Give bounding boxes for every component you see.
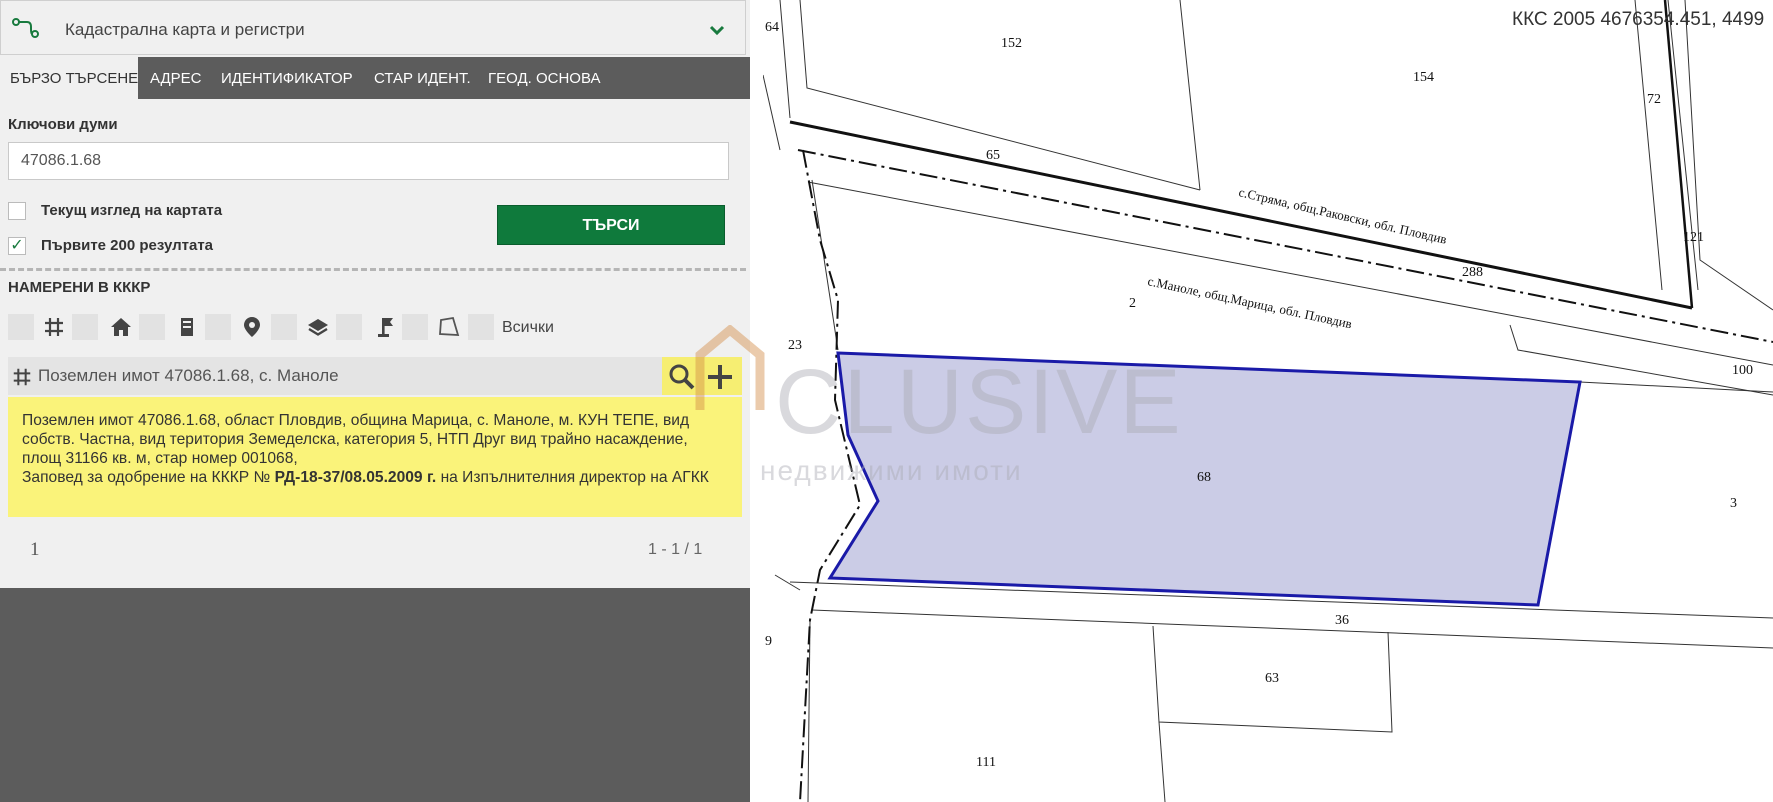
order-suffix: на Изпълнителния директор на АГКК xyxy=(440,469,709,486)
parcel-label: 152 xyxy=(1001,36,1022,51)
grid-icon xyxy=(11,366,33,393)
current-view-checkbox[interactable] xyxy=(8,202,26,220)
keywords-input[interactable] xyxy=(8,142,729,180)
app-header[interactable]: Кадастрална карта и регистри xyxy=(0,0,746,55)
tab-identifier[interactable]: ИДЕНТИФИКАТОР xyxy=(211,57,363,99)
filter-all-label[interactable]: Всички xyxy=(502,319,554,337)
result-item-title: Поземлен имот 47086.1.68, с. Маноле xyxy=(38,366,339,385)
flag-icon[interactable] xyxy=(373,315,397,339)
pin-icon[interactable] xyxy=(240,315,264,339)
polygon-icon[interactable] xyxy=(437,315,461,339)
building-icon[interactable] xyxy=(175,315,199,339)
parcel-label: 154 xyxy=(1413,70,1434,85)
parcel-label: 288 xyxy=(1462,265,1483,280)
search-panel: Кадастрална карта и регистри БЪРЗО ТЪРСЕ… xyxy=(0,0,750,802)
parcel-label: 72 xyxy=(1647,92,1661,107)
order-prefix: Заповед за одобрение на КККР № xyxy=(22,469,271,486)
search-tabs: БЪРЗО ТЪРСЕНЕ АДРЕС ИДЕНТИФИКАТОР СТАР И… xyxy=(0,57,750,99)
parcel-label: 100 xyxy=(1732,363,1753,378)
tab-geodetic-base[interactable]: ГЕОД. ОСНОВА xyxy=(478,57,610,99)
result-item-details: Поземлен имот 47086.1.68, област Пловдив… xyxy=(8,397,742,517)
search-panel-content: Кадастрална карта и регистри БЪРЗО ТЪРСЕ… xyxy=(0,0,750,588)
chevron-down-icon[interactable] xyxy=(709,23,725,41)
tab-old-identifier[interactable]: СТАР ИДЕНТ. xyxy=(364,57,481,99)
order-number: РД-18-37/08.05.2009 г. xyxy=(274,469,437,486)
parcel-label: 3 xyxy=(1730,496,1737,511)
first-200-label: Първите 200 резултата xyxy=(41,237,214,254)
filter-box-2[interactable] xyxy=(72,314,98,340)
parcel-label: 121 xyxy=(1683,230,1704,245)
divider xyxy=(0,268,746,271)
result-item-header[interactable]: Поземлен имот 47086.1.68, с. Маноле xyxy=(8,357,663,395)
pager-page-number[interactable]: 1 xyxy=(30,539,40,561)
grid-icon[interactable] xyxy=(42,315,66,339)
filter-box-7[interactable] xyxy=(402,314,428,340)
pager-range: 1 - 1 / 1 xyxy=(648,541,703,558)
filter-box-6[interactable] xyxy=(336,314,362,340)
filter-box-3[interactable] xyxy=(139,314,165,340)
tab-quick-search[interactable]: БЪРЗО ТЪРСЕНЕ xyxy=(0,57,138,99)
logo-mark xyxy=(695,325,765,410)
keywords-label: Ключови думи xyxy=(8,116,118,133)
search-button[interactable]: ТЪРСИ xyxy=(497,205,725,245)
results-heading: НАМЕРЕНИ В КККР xyxy=(8,279,151,296)
parcel-label: 111 xyxy=(976,755,996,770)
watermark-tagline: недвижими имоти xyxy=(760,455,1023,486)
parcel-label: 2 xyxy=(1129,296,1136,311)
parcel-label: 68 xyxy=(1197,470,1211,485)
parcel-label: 63 xyxy=(1265,671,1279,686)
parcel-label: 64 xyxy=(765,20,779,35)
route-icon xyxy=(11,17,41,46)
watermark-logo-text: CLUSIVE xyxy=(775,351,1183,453)
filter-empty-1[interactable] xyxy=(8,314,34,340)
parcel-label: 36 xyxy=(1335,613,1349,628)
filter-box-8[interactable] xyxy=(468,314,494,340)
first-200-checkbox[interactable]: ✓ xyxy=(8,237,26,255)
app-title: Кадастрална карта и регистри xyxy=(65,20,305,39)
coordinates-readout: ККС 2005 4676354.451, 4499 xyxy=(1512,9,1765,30)
layers-icon[interactable] xyxy=(306,315,330,339)
parcel-label: 65 xyxy=(986,148,1000,163)
house-icon[interactable] xyxy=(109,315,133,339)
filter-box-4[interactable] xyxy=(205,314,231,340)
result-item-text: Поземлен имот 47086.1.68, област Пловдив… xyxy=(22,412,690,467)
tab-address[interactable]: АДРЕС xyxy=(140,57,212,99)
parcel-label: 9 xyxy=(765,634,772,649)
parcel-line xyxy=(779,0,791,119)
filter-box-5[interactable] xyxy=(271,314,297,340)
boundary-label: с.Маноле, общ.Марица, обл. Пловдив xyxy=(1146,273,1353,331)
current-view-label: Текущ изглед на картата xyxy=(41,202,223,219)
